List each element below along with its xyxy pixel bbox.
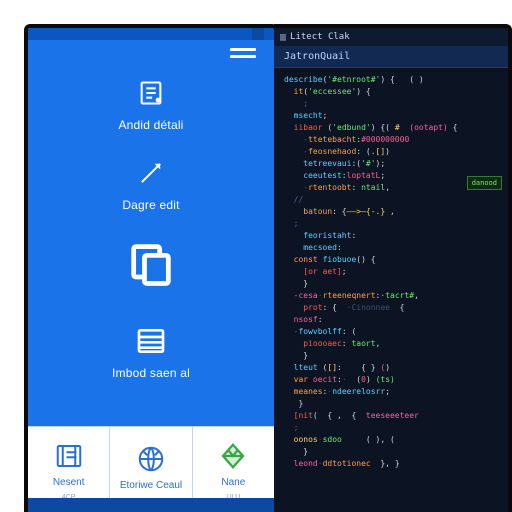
window-title: Litect Clak [290,32,350,42]
tile-label: Nane [221,477,245,488]
detail-icon [134,76,168,110]
copy-icon [123,236,179,292]
status-tag [252,28,264,40]
device-footer [28,498,274,512]
sidebar-panel: Andid détali Dagre edit [24,24,278,512]
tab-label: JatronQuail [284,51,350,62]
inline-badge: danood [467,176,502,190]
status-bar [28,28,274,40]
diamond-icon [218,441,248,471]
pencil-icon [134,156,168,190]
menu-button[interactable] [28,40,274,62]
book-icon: ▥ [280,32,286,43]
sidebar-item-label: Andid détali [118,118,183,132]
sidebar-item-label: Imbod saen al [112,366,190,380]
tile-label: Etoriwe Ceaul [120,480,182,491]
sidebar-menu: Andid détali Dagre edit [28,62,274,402]
tile-label: Nesent [53,477,85,488]
sidebar-item-copy[interactable] [28,226,274,314]
sidebar-item-list[interactable]: Imbod saen al [28,314,274,394]
code-area[interactable]: describe('#etnroot#') { ( ) it('eccessee… [274,68,508,476]
globe-icon [136,444,166,474]
sidebar-item-edit[interactable]: Dagre edit [28,146,274,226]
editor-tab[interactable]: JatronQuail [274,46,508,68]
sidebar-item-detail[interactable]: Andid détali [28,66,274,146]
code-editor-window: ▥ Litect Clak JatronQuail describe('#etn… [274,24,512,512]
list-icon [134,324,168,358]
window-titlebar: ▥ Litect Clak [274,28,508,46]
recent-icon [54,441,84,471]
sidebar-item-label: Dagre edit [122,198,179,212]
